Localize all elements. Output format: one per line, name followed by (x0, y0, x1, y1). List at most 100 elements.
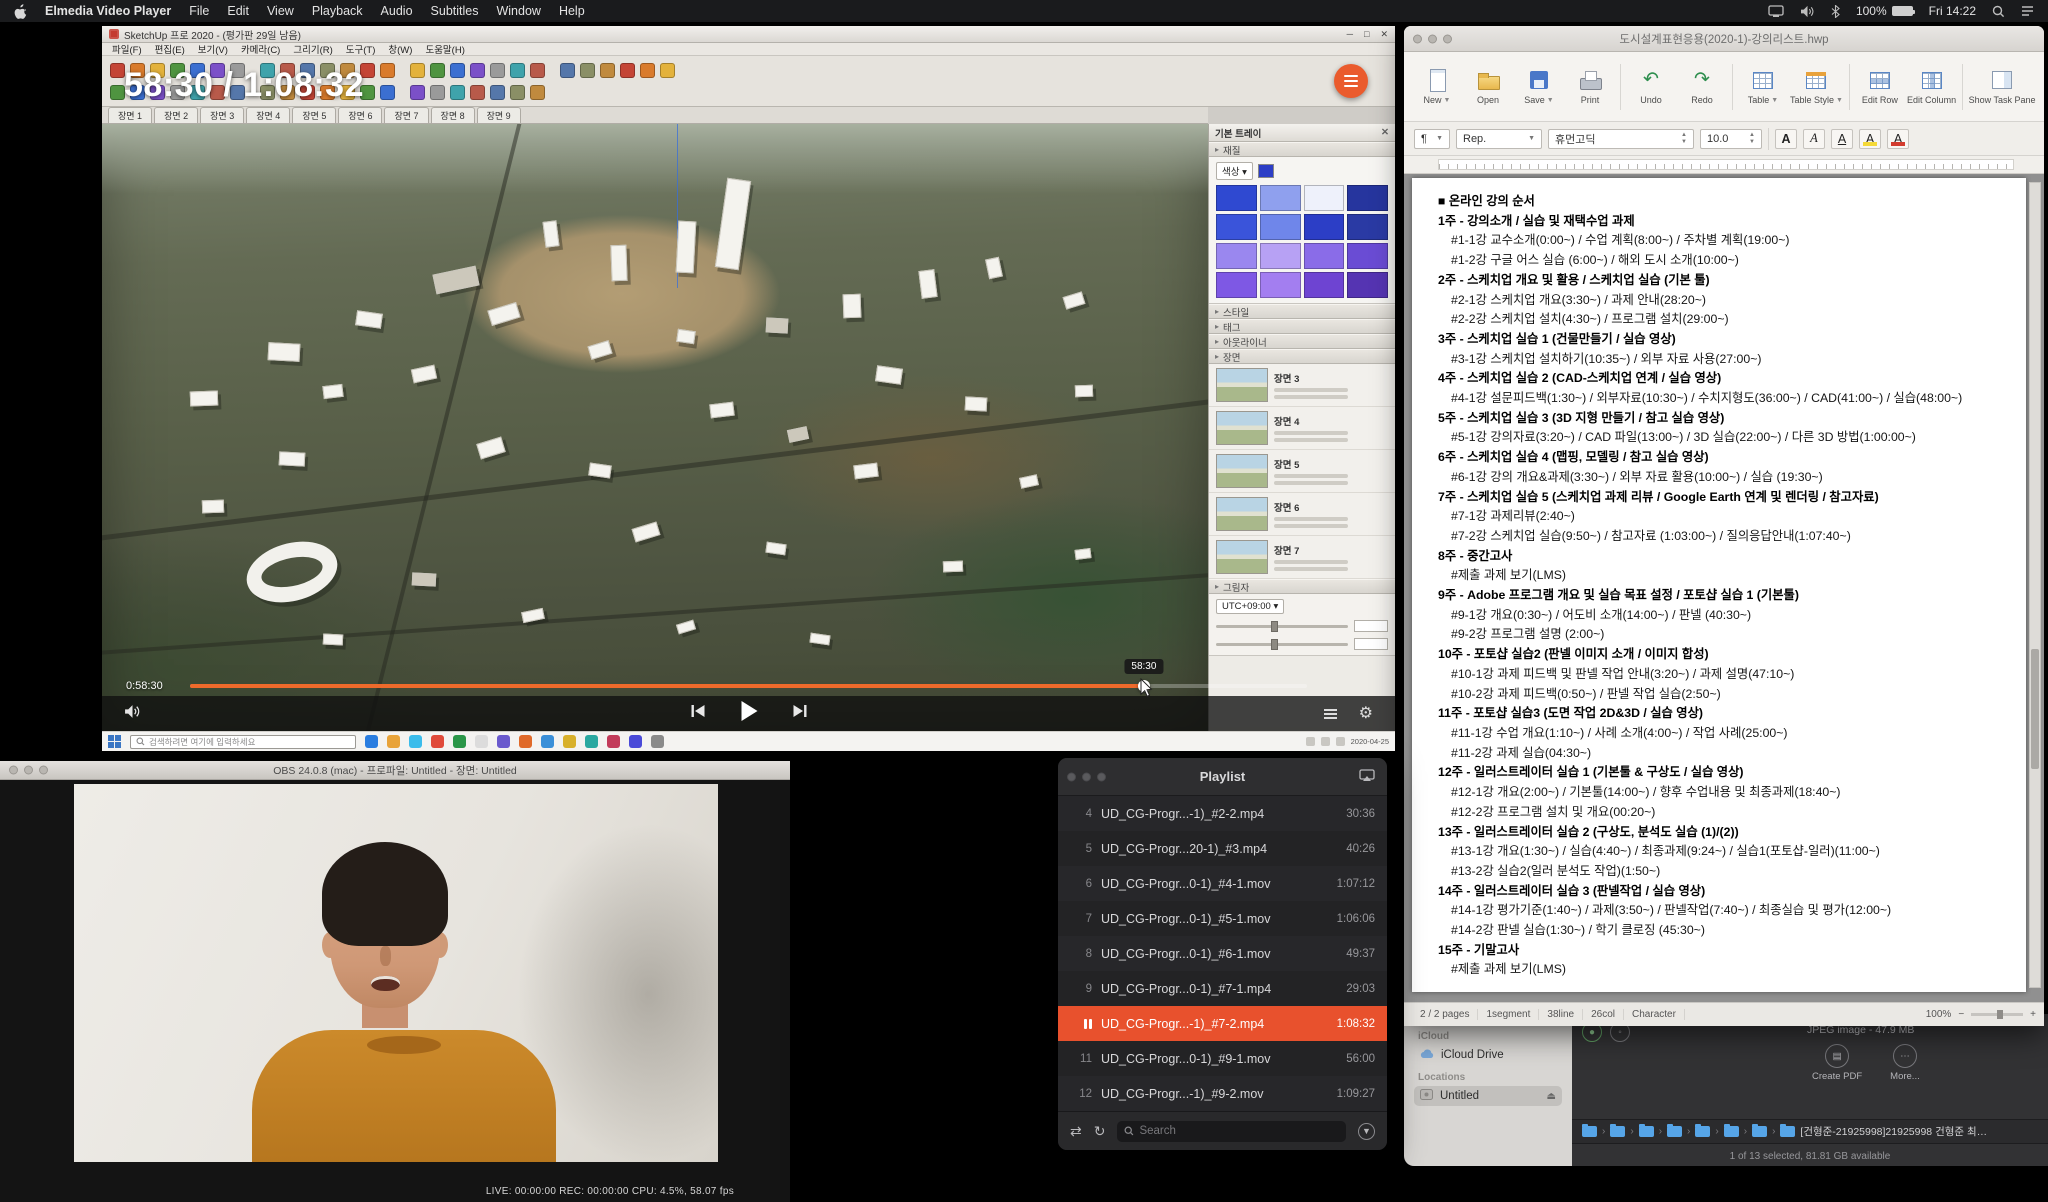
menubar-item-help[interactable]: Help (559, 4, 585, 18)
hwp-titlebar[interactable]: 도시설계표현응용(2020-1)-강의리스트.hwp (1404, 26, 2044, 52)
document-page[interactable]: ■ 온라인 강의 순서1주 - 강의소개 / 실습 및 재택수업 과제#1-1강… (1412, 178, 2026, 992)
tool-icon[interactable] (510, 63, 525, 78)
close-icon[interactable] (9, 766, 18, 775)
toolbar-redo-button[interactable]: Redo (1677, 68, 1727, 105)
tool-icon[interactable] (510, 85, 525, 100)
tool-icon[interactable] (490, 63, 505, 78)
folder-icon[interactable] (1780, 1126, 1795, 1137)
toolbar-edit-column-button[interactable]: Edit Column (1906, 68, 1957, 105)
value-box[interactable] (1354, 620, 1388, 632)
folder-icon[interactable] (1724, 1126, 1739, 1137)
tool-icon[interactable] (530, 63, 545, 78)
sidebar-item-untitled[interactable]: Untitled⏏ (1414, 1086, 1562, 1106)
playlist-item[interactable]: 4UD_CG-Progr...-1)_#2-2.mp430:36 (1058, 796, 1387, 831)
time-slider[interactable] (1216, 625, 1348, 628)
scene-tab-3[interactable]: 장면 3 (200, 107, 244, 123)
bluetooth-icon[interactable] (1831, 5, 1840, 18)
tool-icon[interactable] (660, 63, 675, 78)
zoom-slider[interactable] (1971, 1013, 2023, 1016)
player-menu-button[interactable] (1334, 64, 1368, 98)
menubar-item-subtitles[interactable]: Subtitles (431, 4, 479, 18)
eject-icon[interactable]: ⏏ (1547, 1091, 1556, 1102)
obs-titlebar[interactable]: OBS 24.0.8 (mac) - 프로파일: Untitled - 장면: … (0, 761, 790, 780)
color-type-select[interactable]: 색상 ▾ (1216, 162, 1253, 180)
toolbar-table-style-button[interactable]: Table Style▼ (1789, 68, 1844, 105)
toolbar-save-button[interactable]: Save▼ (1514, 68, 1564, 105)
tool-icon[interactable] (640, 63, 655, 78)
tool-icon[interactable] (380, 63, 395, 78)
close-icon[interactable] (1067, 772, 1076, 781)
color-swatch[interactable] (1347, 272, 1388, 298)
color-swatch[interactable] (1304, 214, 1345, 240)
sketchup-menu-6[interactable]: 창(W) (388, 42, 412, 56)
menubar-item-file[interactable]: File (189, 4, 209, 18)
sketchup-3d-viewport[interactable] (102, 124, 1208, 731)
sketchup-menu-0[interactable]: 파일(F) (112, 42, 142, 56)
playlist-item[interactable]: 6UD_CG-Progr...0-1)_#4-1.mov1:07:12 (1058, 866, 1387, 901)
utc-select[interactable]: UTC+09:00 ▾ (1216, 599, 1284, 614)
font-color-button[interactable]: A (1887, 129, 1909, 149)
toolbar-open-button[interactable]: Open (1463, 68, 1513, 105)
tool-icon[interactable] (410, 85, 425, 100)
scene-tab-5[interactable]: 장면 5 (292, 107, 336, 123)
color-swatch[interactable] (1216, 185, 1257, 211)
scene-thumbnail-row[interactable]: 장면 5 (1209, 450, 1395, 493)
tray-close-icon[interactable]: ✕ (1381, 127, 1389, 138)
toolbar-table-button[interactable]: Table▼ (1738, 68, 1788, 105)
highlight-color-button[interactable]: A (1859, 129, 1881, 149)
previous-track-button[interactable] (690, 704, 705, 723)
color-swatch[interactable] (1347, 214, 1388, 240)
battery-indicator[interactable]: 100% (1856, 4, 1913, 18)
scene-tab-1[interactable]: 장면 1 (108, 107, 152, 123)
sidebar-item-icloud-drive[interactable]: iCloud Drive (1414, 1045, 1562, 1065)
font-size-select[interactable]: 10.0▲▼ (1700, 129, 1762, 149)
toolbar-edit-row-button[interactable]: Edit Row (1855, 68, 1905, 105)
sketchup-menu-5[interactable]: 도구(T) (346, 42, 376, 56)
menubar-item-view[interactable]: View (267, 4, 294, 18)
color-swatch[interactable] (1260, 185, 1301, 211)
color-swatch[interactable] (1304, 243, 1345, 269)
close-icon[interactable]: ✕ (1380, 29, 1388, 40)
zoom-out-icon[interactable]: − (1958, 1009, 1964, 1020)
color-swatch[interactable] (1216, 214, 1257, 240)
underline-button[interactable]: A (1831, 129, 1853, 149)
tool-icon[interactable] (450, 85, 465, 100)
folder-icon[interactable] (1695, 1126, 1710, 1137)
toolbar-new-button[interactable]: New▼ (1412, 68, 1462, 105)
tool-icon[interactable] (470, 63, 485, 78)
playlist-item[interactable]: 12UD_CG-Progr...-1)_#9-2.mov1:09:27 (1058, 1076, 1387, 1111)
playlist-item[interactable]: UD_CG-Progr...-1)_#7-2.mp41:08:32 (1058, 1006, 1387, 1041)
tool-icon[interactable] (450, 63, 465, 78)
zoom-icon[interactable] (1443, 34, 1452, 43)
playlist-item[interactable]: 5UD_CG-Progr...20-1)_#3.mp440:26 (1058, 831, 1387, 866)
playlist-item[interactable]: 7UD_CG-Progr...0-1)_#5-1.mov1:06:06 (1058, 901, 1387, 936)
tool-icon[interactable] (430, 85, 445, 100)
hwp-document-area[interactable]: ■ 온라인 강의 순서1주 - 강의소개 / 실습 및 재택수업 과제#1-1강… (1404, 174, 2044, 1002)
apple-menu-icon[interactable] (14, 4, 27, 19)
playlist-item[interactable]: 8UD_CG-Progr...0-1)_#6-1.mov49:37 (1058, 936, 1387, 971)
tool-icon[interactable] (110, 63, 125, 78)
zoom-level[interactable]: 100% (1926, 1009, 1952, 1020)
scene-tab-6[interactable]: 장면 6 (338, 107, 382, 123)
color-swatch[interactable] (1260, 272, 1301, 298)
date-slider[interactable] (1216, 643, 1348, 646)
color-swatch[interactable] (1216, 243, 1257, 269)
menubar-item-edit[interactable]: Edit (227, 4, 249, 18)
style-select[interactable]: Rep.▼ (1456, 129, 1542, 149)
zoom-icon[interactable] (1097, 772, 1106, 781)
color-swatch[interactable] (1260, 243, 1301, 269)
folder-icon[interactable] (1752, 1126, 1767, 1137)
zoom-in-icon[interactable]: + (2030, 1009, 2036, 1020)
tool-icon[interactable] (110, 85, 125, 100)
tray-panel-장면[interactable]: ▸장면 (1209, 349, 1395, 364)
tray-panel-재질[interactable]: ▸재질 (1209, 142, 1395, 157)
more-actions-button[interactable]: ⋯ More... (1890, 1044, 1920, 1082)
tool-icon[interactable] (530, 85, 545, 100)
tray-panel-스타일[interactable]: ▸스타일 (1209, 304, 1395, 319)
italic-button[interactable]: A (1803, 129, 1825, 149)
webcam-preview[interactable] (74, 784, 718, 1162)
tool-icon[interactable] (430, 63, 445, 78)
minimize-icon[interactable]: ─ (1347, 29, 1353, 40)
menubar-clock[interactable]: Fri 14:22 (1929, 4, 1976, 18)
folder-icon[interactable] (1610, 1126, 1625, 1137)
